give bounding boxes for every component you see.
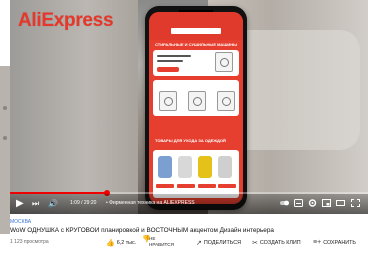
save-button[interactable]: ≡+ СОХРАНИТЬ: [313, 239, 356, 246]
thumbs-down-icon: 👎: [142, 236, 151, 243]
channel-name[interactable]: МОСКВА: [10, 219, 31, 225]
background-blur: [10, 0, 138, 214]
video-player[interactable]: AliExpress СТИРАЛЬНЫЕ И СУШИЛЬНЫЕ МАШИНЫ: [10, 0, 368, 214]
previous-item-sliver: [0, 66, 10, 234]
view-count: 1 123 просмотра: [10, 239, 49, 245]
product-image: [178, 156, 192, 178]
share-icon: ↗: [196, 240, 202, 247]
theater-icon[interactable]: [336, 199, 345, 207]
video-title: WoW ОДНУШКА с КРУГОВОЙ планировкой и ВОС…: [10, 227, 274, 234]
washer-image: [217, 91, 235, 111]
phone-mockup: СТИРАЛЬНЫЕ И СУШИЛЬНЫЕ МАШИНЫ ТОВАРЫ ДЛЯ…: [145, 6, 247, 210]
sliver-dot: [3, 136, 7, 140]
volume-icon[interactable]: 🔊: [48, 197, 58, 211]
card-text-line: [157, 55, 191, 57]
price-chip: [215, 120, 237, 125]
product-row: [153, 80, 239, 116]
autoplay-toggle-icon[interactable]: [280, 199, 289, 207]
next-icon[interactable]: ⏭: [32, 197, 39, 211]
price-chip: [156, 184, 174, 188]
time-display: 1:09 / 29:20: [70, 200, 97, 206]
like-count: 6,2 тыс.: [116, 240, 137, 246]
screen-header-bar: [171, 28, 221, 34]
fullscreen-icon[interactable]: [351, 199, 360, 207]
section-title: ТОВАРЫ ДЛЯ УХОДА ЗА ОДЕЖДОЙ: [155, 138, 226, 143]
scissors-icon: ✂: [252, 240, 258, 247]
brand-overlay: AliExpress: [18, 10, 114, 31]
product-card: [153, 50, 239, 76]
washer-image: [188, 91, 206, 111]
chapter-title[interactable]: • Фирменная техника на ALIEXPRESS: [106, 200, 195, 206]
phone-screen: СТИРАЛЬНЫЕ И СУШИЛЬНЫЕ МАШИНЫ ТОВАРЫ ДЛЯ…: [149, 12, 243, 204]
price-chip: [159, 120, 181, 125]
control-bar: ▶ ⏭ 🔊 1:09 / 29:20 • Фирменная техника н…: [10, 194, 368, 214]
price-chip: [198, 184, 216, 188]
miniplayer-icon[interactable]: [322, 199, 331, 207]
add-to-playlist-icon: ≡+: [313, 239, 322, 246]
sliver-dot: [3, 106, 7, 110]
like-button[interactable]: 👍 6,2 тыс.: [106, 239, 136, 247]
product-image: [218, 156, 232, 178]
settings-icon[interactable]: [308, 199, 317, 207]
share-label: ПОДЕЛИТЬСЯ: [203, 240, 241, 246]
card-text-line: [157, 60, 183, 62]
section-title: СТИРАЛЬНЫЕ И СУШИЛЬНЫЕ МАШИНЫ: [155, 42, 238, 47]
price-chip: [177, 184, 195, 188]
share-button[interactable]: ↗ ПОДЕЛИТЬСЯ: [196, 239, 241, 247]
play-icon[interactable]: ▶: [16, 197, 24, 211]
price-chip: [157, 67, 179, 72]
dislike-button[interactable]: 👎 НЕ НРАВИТСЯ: [142, 236, 174, 247]
product-image: [158, 156, 172, 178]
dislike-label-line2: НРАВИТСЯ: [149, 241, 174, 247]
save-label: СОХРАНИТЬ: [323, 239, 356, 246]
price-chip: [187, 120, 209, 125]
screen-header: [149, 12, 243, 40]
product-row: [153, 150, 239, 198]
product-image: [198, 156, 212, 178]
subtitles-icon[interactable]: [294, 199, 303, 207]
washer-image: [215, 52, 233, 72]
washer-image: [159, 91, 177, 111]
clip-label: СОЗДАТЬ КЛИП: [259, 240, 301, 246]
clip-button[interactable]: ✂ СОЗДАТЬ КЛИП: [252, 239, 301, 247]
price-chip: [218, 184, 236, 188]
thumbs-up-icon: 👍: [106, 240, 115, 247]
